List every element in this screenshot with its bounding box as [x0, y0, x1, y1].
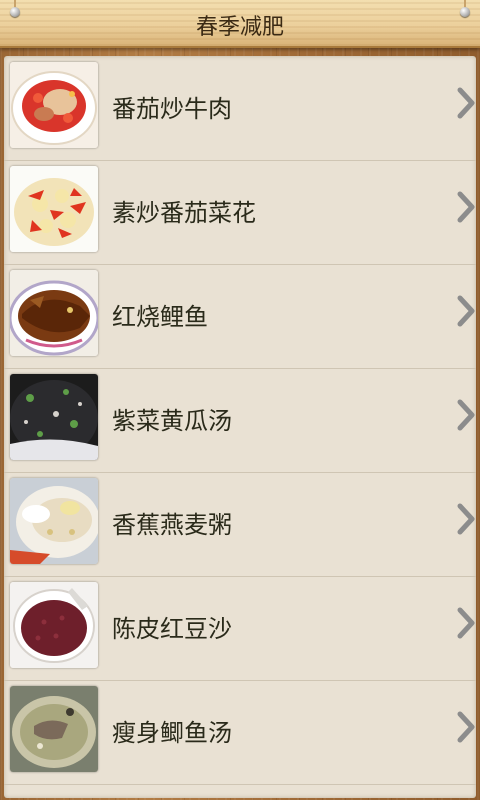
- recipe-thumbnail: [10, 686, 98, 772]
- chevron-right-icon: [457, 87, 475, 119]
- chevron-right-icon: [457, 295, 475, 327]
- list-item[interactable]: 陈皮红豆沙: [4, 576, 476, 681]
- list-item[interactable]: 瘦身鲫鱼汤: [4, 680, 476, 785]
- recipe-thumbnail: [10, 62, 98, 148]
- list-item[interactable]: 番茄炒牛肉: [4, 56, 476, 161]
- recipe-label: 陈皮红豆沙: [112, 615, 232, 643]
- page-title: 春季减肥: [195, 15, 284, 40]
- recipe-label: 番茄炒牛肉: [112, 95, 232, 123]
- chevron-right-icon: [457, 607, 475, 639]
- recipe-label: 紫菜黄瓜汤: [112, 407, 232, 435]
- recipe-thumbnail: [10, 374, 98, 460]
- chevron-right-icon: [457, 503, 475, 535]
- chevron-right-icon: [457, 191, 475, 223]
- recipe-thumbnail: [10, 582, 98, 668]
- recipe-label: 素炒番茄菜花: [112, 199, 256, 227]
- recipe-label: 瘦身鲫鱼汤: [112, 719, 232, 747]
- list-item[interactable]: 红烧鲤鱼: [4, 264, 476, 369]
- recipe-thumbnail: [10, 270, 98, 356]
- title-bar: 春季减肥: [0, 0, 480, 48]
- recipe-thumbnail: [10, 478, 98, 564]
- list-item[interactable]: 香蕉燕麦粥: [4, 472, 476, 577]
- recipe-thumbnail: [10, 166, 98, 252]
- list-item[interactable]: 素炒番茄菜花: [4, 160, 476, 265]
- recipe-label: 香蕉燕麦粥: [112, 511, 232, 539]
- list-item[interactable]: 紫菜黄瓜汤: [4, 368, 476, 473]
- recipe-list: 番茄炒牛肉 素炒番茄菜花 红烧鲤鱼 紫菜黄瓜汤 香蕉燕麦粥 陈皮红豆沙 瘦身鲫鱼…: [4, 56, 476, 798]
- chevron-right-icon: [457, 711, 475, 743]
- chevron-right-icon: [457, 399, 475, 431]
- recipe-label: 红烧鲤鱼: [112, 303, 208, 331]
